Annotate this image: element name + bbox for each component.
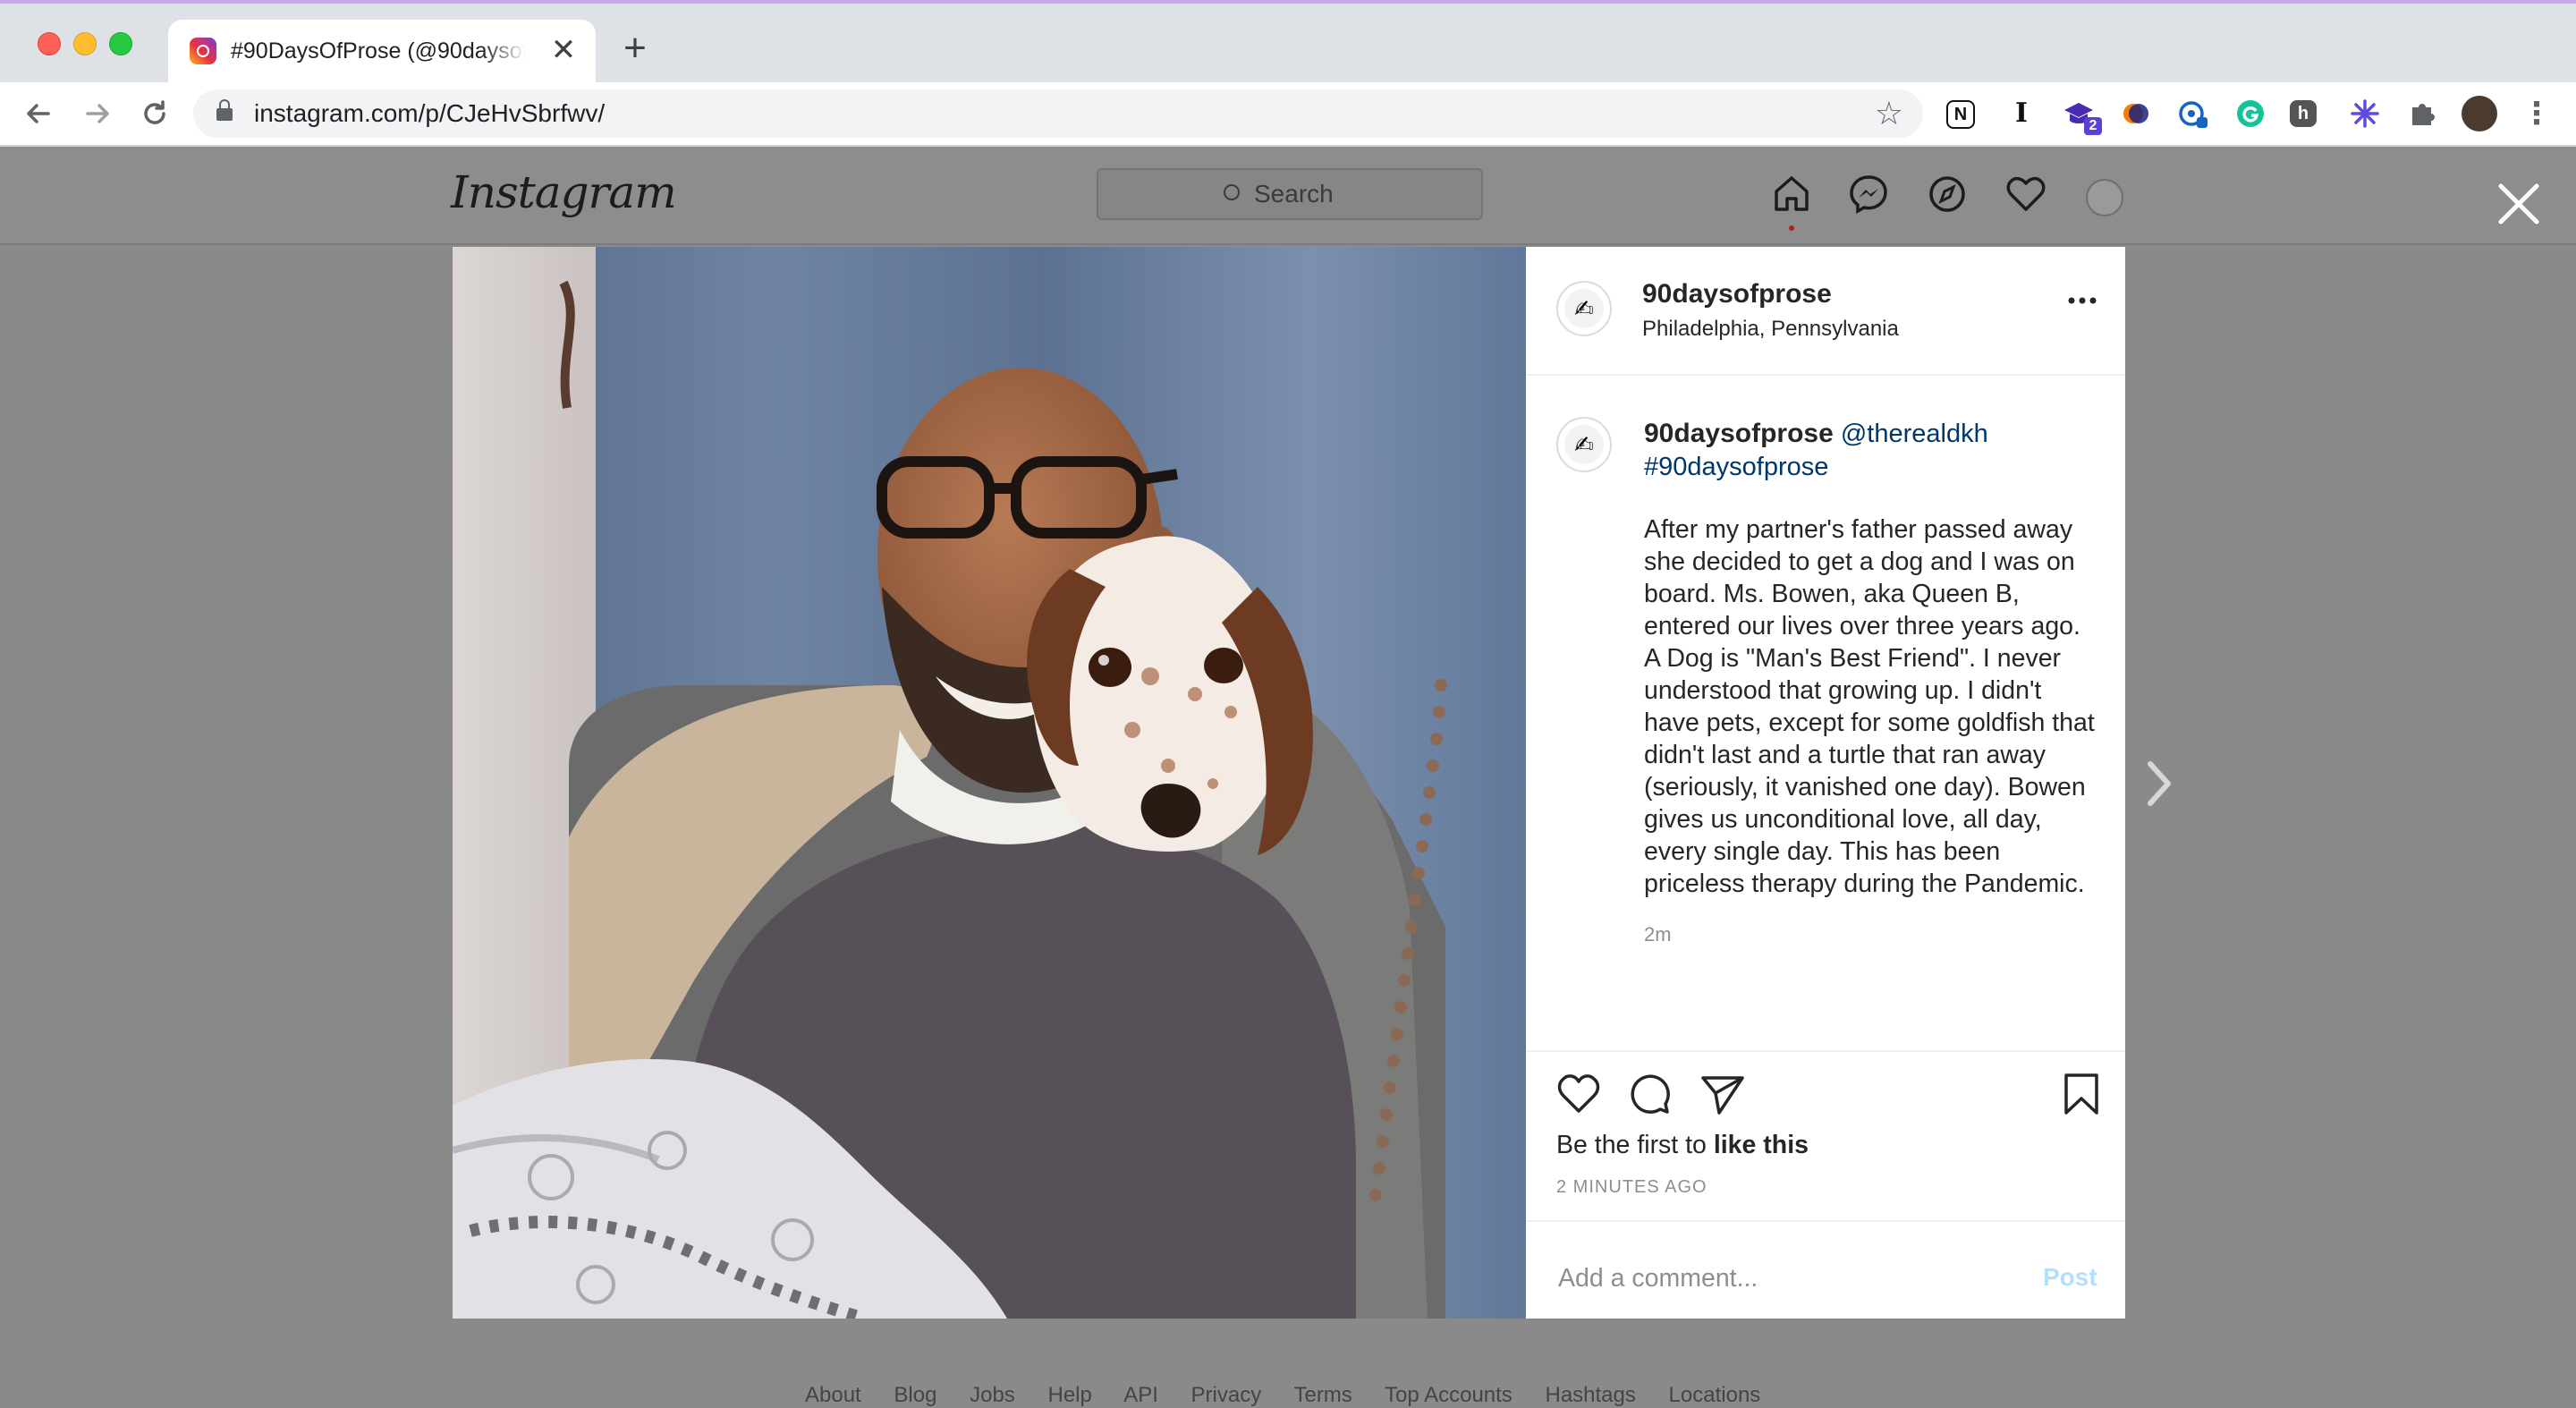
post-image — [453, 247, 1526, 1319]
author-username[interactable]: 90daysofprose — [1642, 279, 1832, 310]
footer-link-terms[interactable]: Terms — [1293, 1383, 1352, 1407]
mention-link[interactable]: @therealdkh — [1841, 420, 1988, 448]
comment-bubble-icon[interactable] — [1626, 1070, 1674, 1118]
h-extension-icon[interactable]: h — [2290, 100, 2317, 127]
browser-tab-active[interactable]: #90DaysOfProse (@90daysofprose) ✕ — [168, 20, 596, 82]
notion-extension-icon[interactable]: N — [1946, 100, 1975, 129]
instapaper-extension-icon[interactable]: I — [2004, 96, 2039, 131]
caption-time[interactable]: 2m — [1644, 923, 1672, 946]
more-options-icon[interactable] — [2066, 292, 2098, 310]
browser-tabstrip: #90DaysOfProse (@90daysofprose) ✕ + — [0, 0, 2576, 82]
writing-hand-icon: ✍ — [1564, 425, 1604, 464]
instagram-logo[interactable]: Instagram — [451, 166, 677, 218]
profile-avatar[interactable] — [2462, 96, 2497, 131]
comment-divider — [1526, 1220, 2125, 1222]
back-arrow-icon — [27, 104, 50, 123]
add-comment-input[interactable] — [1556, 1258, 2007, 1299]
reload-icon — [144, 100, 165, 124]
post-location[interactable]: Philadelphia, Pennsylvania — [1642, 317, 1899, 342]
url-text: instagram.com/p/CJeHvSbrfwv/ — [254, 99, 606, 127]
window-minimize-button[interactable] — [73, 32, 97, 55]
close-icon[interactable] — [2494, 179, 2544, 229]
grammarly-extension-icon[interactable] — [2233, 96, 2268, 131]
messenger-icon[interactable] — [1846, 172, 1891, 216]
post-side-panel: ✍ 90daysofprose Philadelphia, Pennsylvan… — [1526, 247, 2125, 1319]
extensions-puzzle-button[interactable] — [2404, 96, 2440, 131]
chrome-menu-kebab-icon[interactable]: ⋮ — [2519, 96, 2555, 131]
caption-username[interactable]: 90daysofprose — [1644, 419, 1834, 448]
caption-header: 90daysofprose @therealdkh #90daysofprose — [1644, 417, 2091, 484]
extension-badge-icon[interactable]: 2 — [2061, 96, 2102, 135]
header-divider — [1526, 374, 2125, 376]
key-shield-icon — [2179, 101, 2207, 128]
instagram-header: Instagram Search — [0, 147, 2576, 245]
footer-link-jobs[interactable]: Jobs — [970, 1383, 1015, 1407]
asterisk-extension-icon[interactable] — [2347, 96, 2383, 131]
footer-link-api[interactable]: API — [1123, 1383, 1158, 1407]
bookmark-star-icon[interactable]: ☆ — [1875, 95, 1903, 132]
back-button[interactable] — [20, 95, 57, 132]
save-bookmark-icon[interactable] — [2057, 1070, 2106, 1118]
footer-link-help[interactable]: Help — [1047, 1383, 1091, 1407]
window-close-button[interactable] — [38, 32, 61, 55]
likes-prefix: Be the first to — [1556, 1131, 1714, 1159]
activity-heart-icon[interactable] — [2004, 172, 2048, 216]
post-photo[interactable] — [453, 247, 1526, 1319]
flame-icon — [2123, 104, 2148, 123]
caption-text: After my partner's father passed away sh… — [1644, 515, 2095, 898]
window-zoom-button[interactable] — [109, 32, 132, 55]
footer-links: About Blog Jobs Help API Privacy Terms T… — [805, 1383, 1787, 1408]
reload-button[interactable] — [136, 95, 174, 132]
explore-compass-icon[interactable] — [1925, 172, 1970, 216]
tab-close-button[interactable]: ✕ — [547, 35, 580, 67]
search-icon — [1224, 184, 1240, 200]
share-send-icon[interactable] — [1698, 1070, 1746, 1118]
window-top-accent — [0, 0, 2576, 4]
browser-toolbar: instagram.com/p/CJeHvSbrfwv/ ☆ N I 2 h ⋮ — [0, 82, 2576, 147]
likes-summary: Be the first to like this — [1556, 1131, 1809, 1160]
password-extension-icon[interactable] — [2175, 96, 2211, 131]
author-avatar[interactable]: ✍ — [1556, 281, 1612, 336]
tab-title: #90DaysOfProse (@90daysofprose) — [231, 38, 526, 64]
caption-avatar[interactable]: ✍ — [1556, 417, 1612, 472]
sparkle-icon — [2351, 99, 2379, 128]
grammarly-icon — [2237, 100, 2264, 127]
writing-hand-icon: ✍ — [1564, 289, 1604, 328]
new-tab-button[interactable]: + — [617, 29, 653, 68]
profile-avatar-nav[interactable] — [2086, 179, 2123, 216]
post-timestamp[interactable]: 2 MINUTES AGO — [1556, 1177, 1707, 1198]
instagram-favicon-icon — [190, 38, 216, 64]
footer-link-privacy[interactable]: Privacy — [1191, 1383, 1262, 1407]
footer-link-locations[interactable]: Locations — [1669, 1383, 1761, 1407]
search-input[interactable]: Search — [1097, 168, 1483, 220]
footer-link-hashtags[interactable]: Hashtags — [1545, 1383, 1635, 1407]
forward-button[interactable] — [79, 95, 116, 132]
puzzle-icon — [2412, 104, 2435, 125]
footer-link-blog[interactable]: Blog — [894, 1383, 936, 1407]
lock-icon — [216, 99, 233, 121]
address-bar[interactable]: instagram.com/p/CJeHvSbrfwv/ ☆ — [193, 89, 1923, 138]
like-heart-icon[interactable] — [1555, 1070, 1603, 1118]
hashtag-link[interactable]: #90daysofprose — [1644, 453, 1828, 481]
chevron-right-icon[interactable] — [2141, 757, 2177, 810]
extension-badge-count: 2 — [2084, 117, 2102, 135]
colorful-extension-icon[interactable] — [2118, 96, 2154, 131]
footer-link-about[interactable]: About — [805, 1383, 861, 1407]
like-this-link[interactable]: like this — [1714, 1131, 1809, 1159]
actions-divider — [1526, 1050, 2125, 1052]
forward-arrow-icon — [86, 104, 109, 123]
post-comment-button[interactable]: Post — [2043, 1258, 2097, 1297]
search-placeholder: Search — [1254, 180, 1334, 208]
notification-dot — [1789, 225, 1794, 231]
footer-link-top-accounts[interactable]: Top Accounts — [1385, 1383, 1513, 1407]
home-icon[interactable] — [1769, 172, 1814, 216]
